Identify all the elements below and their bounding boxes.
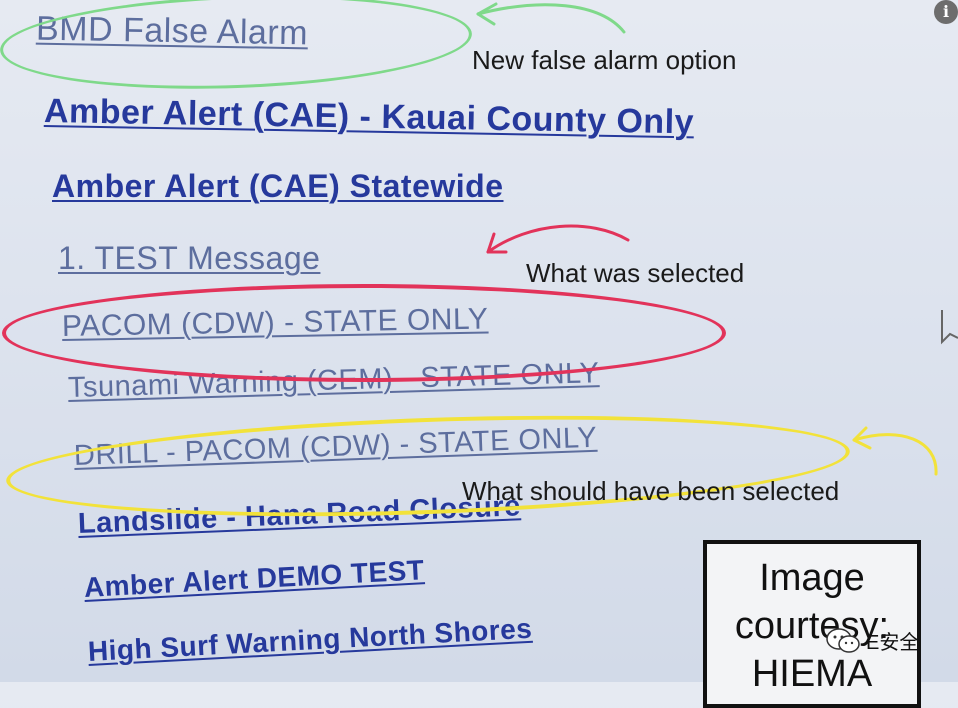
image-courtesy-box: Image courtesy: HIEMA <box>703 540 921 708</box>
red-arrow-icon <box>486 224 630 254</box>
green-highlight-ellipse <box>0 0 474 97</box>
menu-item-amber-alert-demo-test[interactable]: Amber Alert DEMO TEST <box>83 554 425 604</box>
courtesy-line-3: HIEMA <box>751 653 873 695</box>
yellow-highlight-ellipse <box>4 403 852 529</box>
watermark-text: E安全 <box>866 632 920 654</box>
green-arrow-icon <box>476 2 626 34</box>
mouse-cursor-icon <box>941 310 958 345</box>
menu-item-amber-alert-kauai[interactable]: Amber Alert (CAE) - Kauai County Only <box>44 92 695 142</box>
info-icon[interactable]: i <box>934 0 958 24</box>
should-have-been-selected-note: What should have been selected <box>462 476 840 506</box>
menu-item-amber-alert-statewide[interactable]: Amber Alert (CAE) Statewide <box>52 168 504 205</box>
menu-item-high-surf-warning[interactable]: High Surf Warning North Shores <box>87 613 533 668</box>
red-highlight-ellipse <box>2 284 726 382</box>
new-false-alarm-note: New false alarm option <box>472 45 737 75</box>
menu-item-test-message[interactable]: 1. TEST Message <box>58 240 320 277</box>
courtesy-line-1: Image <box>759 557 865 599</box>
wechat-watermark: E安全 <box>826 626 919 655</box>
wechat-icon <box>826 627 860 653</box>
yellow-arrow-icon <box>852 426 938 476</box>
what-was-selected-note: What was selected <box>526 258 745 288</box>
